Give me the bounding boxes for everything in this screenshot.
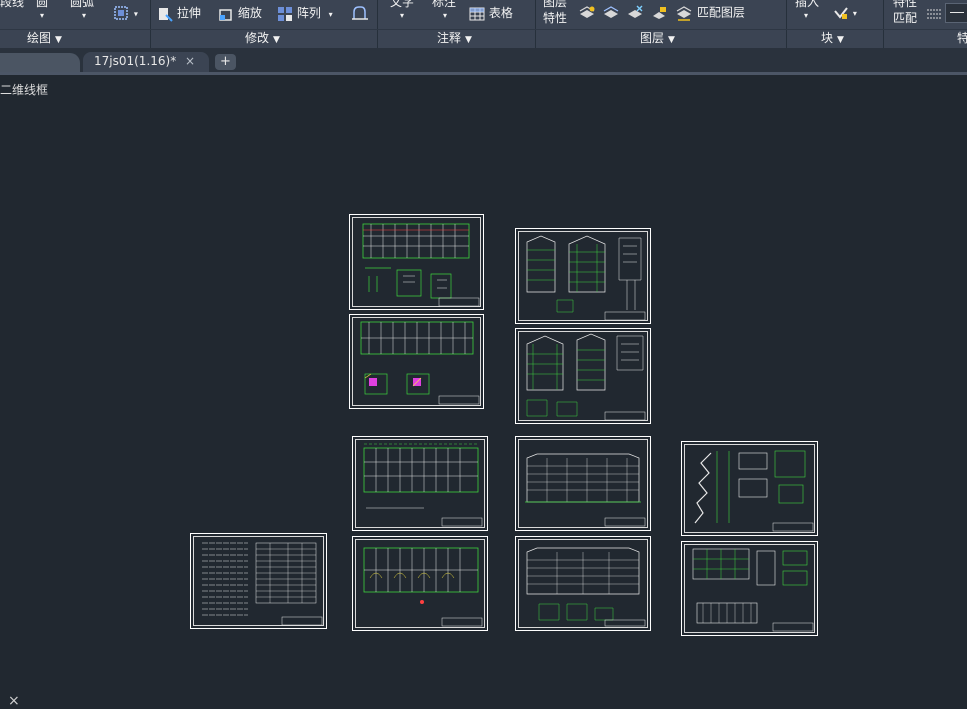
ribbon: 段线 圆 ▾ 圆弧 ▾ ▾ 拉伸 缩放 阵列 ▾ 文字 ▾ 标注 ▾ 表格 图层… <box>0 0 967 48</box>
region-icon <box>114 6 128 20</box>
drawing-content <box>363 547 483 627</box>
layer-freeze-icon <box>628 5 643 18</box>
stretch-label: 拉伸 <box>176 6 201 20</box>
drawing-content <box>694 450 814 532</box>
arc-dropdown-icon[interactable]: ▾ <box>82 8 86 24</box>
sheet-10[interactable] <box>681 541 818 636</box>
table-icon <box>469 7 485 20</box>
layer-properties-button[interactable]: 图层 特性 <box>543 0 567 26</box>
array-icon <box>278 6 292 21</box>
scale-label: 缩放 <box>237 6 262 20</box>
match-properties-button[interactable]: 特性 匹配 <box>893 0 917 26</box>
panel-separator <box>786 0 787 48</box>
panel-separator <box>883 0 884 48</box>
table-label: 表格 <box>488 6 513 20</box>
edit-block-icon <box>834 6 848 19</box>
drawing-content <box>526 333 646 421</box>
panel-expand-icon: ▼ <box>668 35 675 45</box>
table-button[interactable]: 表格 <box>469 5 513 22</box>
panel-title-modify[interactable]: 修改 ▼ <box>245 30 280 47</box>
file-tab-bar: 17js01(1.16)* × + <box>0 48 967 75</box>
panel-separator <box>535 0 536 48</box>
array-label: 阵列 <box>296 6 321 20</box>
sheet-2[interactable] <box>349 314 484 409</box>
edit-block-button[interactable]: ▾ <box>833 4 857 22</box>
layer-lock-button[interactable] <box>650 4 668 22</box>
new-tab-button[interactable]: + <box>215 54 236 70</box>
sheet-6[interactable] <box>352 536 488 631</box>
layer-lock-icon <box>653 7 666 19</box>
linetype-icon <box>927 9 941 18</box>
panel-expand-icon: ▼ <box>55 35 62 45</box>
file-tab-active[interactable]: 17js01(1.16)* × <box>83 52 209 72</box>
layer-properties-label-1: 图层 <box>543 0 568 9</box>
offset-icon <box>352 6 368 20</box>
array-button[interactable]: 阵列 ▾ <box>277 5 333 23</box>
layer-off-icon <box>579 6 595 18</box>
layer-freeze-button[interactable] <box>626 4 644 22</box>
plus-icon: + <box>220 54 231 69</box>
sheet-9[interactable] <box>681 441 818 536</box>
layer-off-button[interactable] <box>578 4 596 22</box>
ucs-icon: × <box>8 693 20 709</box>
drawing-content <box>202 542 323 626</box>
panel-separator <box>150 0 151 48</box>
match-layer-icon <box>676 6 692 21</box>
match-layer-button[interactable]: 匹配图层 <box>675 4 745 22</box>
panel-title-block[interactable]: 块 ▼ <box>821 30 844 47</box>
file-tab-label: 17js01(1.16)* <box>94 54 177 68</box>
polyline-button[interactable]: 段线 <box>0 0 24 10</box>
layer-isolate-button[interactable] <box>602 4 620 22</box>
drawing-canvas[interactable]: 二维线框 × <box>0 75 967 709</box>
panel-expand-icon: ▼ <box>465 35 472 45</box>
panel-title-layers[interactable]: 图层 ▼ <box>640 30 675 47</box>
sheet-7[interactable] <box>515 436 651 531</box>
panel-separator <box>377 0 378 48</box>
scale-button[interactable]: 缩放 <box>218 5 262 22</box>
region-dropdown-icon[interactable]: ▾ <box>134 10 138 19</box>
region-button[interactable]: ▾ <box>112 4 138 23</box>
panel-title-draw[interactable]: 绘图 ▼ <box>27 30 62 47</box>
array-dropdown-icon[interactable]: ▾ <box>329 10 333 19</box>
close-tab-icon[interactable]: × <box>185 52 195 71</box>
drawing-content <box>362 223 480 307</box>
sheet-1[interactable] <box>349 214 484 310</box>
sheet-5[interactable] <box>352 436 488 531</box>
panel-title-properties[interactable]: 特 <box>957 30 967 47</box>
panel-expand-icon: ▼ <box>273 35 280 45</box>
sheet-4[interactable] <box>515 328 651 424</box>
linetype-sample <box>950 12 964 13</box>
start-tab[interactable] <box>0 53 80 72</box>
stretch-icon <box>159 7 173 22</box>
scale-icon <box>219 8 232 21</box>
match-properties-label-2: 匹配 <box>893 11 918 25</box>
panel-title-annotation[interactable]: 注释 ▼ <box>437 30 472 47</box>
insert-dropdown-icon[interactable]: ▾ <box>804 8 808 24</box>
layer-isolate-icon <box>603 6 619 18</box>
linetype-dropdown[interactable] <box>945 3 967 23</box>
offset-button[interactable] <box>351 4 369 22</box>
sheet-11[interactable] <box>190 533 327 629</box>
drawing-content <box>692 548 814 632</box>
drawing-content <box>526 547 646 627</box>
sheet-3[interactable] <box>515 228 651 324</box>
linetype-list-button[interactable] <box>926 5 942 21</box>
stretch-button[interactable]: 拉伸 <box>157 5 201 22</box>
edit-block-dropdown-icon[interactable]: ▾ <box>853 9 857 18</box>
dimension-dropdown-icon[interactable]: ▾ <box>443 8 447 24</box>
panel-expand-icon: ▼ <box>837 35 844 45</box>
drawing-content <box>526 235 646 321</box>
layer-properties-label-2: 特性 <box>543 11 568 25</box>
text-dropdown-icon[interactable]: ▾ <box>400 8 404 24</box>
drawing-content <box>363 443 483 527</box>
drawing-content <box>525 453 646 527</box>
visual-style-label[interactable]: 二维线框 <box>0 81 48 98</box>
match-properties-label-1: 特性 <box>893 0 918 9</box>
drawing-content <box>360 321 480 405</box>
circle-dropdown-icon[interactable]: ▾ <box>40 8 44 24</box>
match-layer-label: 匹配图层 <box>696 5 745 20</box>
sheet-8[interactable] <box>515 536 651 631</box>
